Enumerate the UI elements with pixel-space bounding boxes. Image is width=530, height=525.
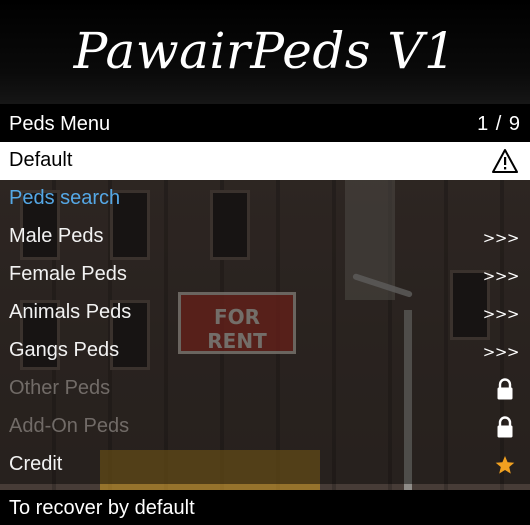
menu-item-label: Female Peds — [9, 263, 127, 285]
lock-icon — [497, 416, 513, 438]
menu-item-credit[interactable]: Credit — [0, 446, 530, 484]
menu-item-female-peds[interactable]: Female Peds >>> — [0, 256, 530, 294]
menu-item-add-on-peds[interactable]: Add-On Peds — [0, 408, 530, 446]
warning-icon — [492, 149, 518, 173]
submenu-arrows: >>> — [482, 343, 520, 361]
menu-footer-description: To recover by default — [0, 490, 530, 525]
menu-item-other-peds[interactable]: Other Peds — [0, 370, 530, 408]
star-icon — [495, 456, 515, 474]
footer-text: To recover by default — [9, 497, 195, 519]
menu-item-label: Peds search — [9, 187, 121, 209]
menu-item-label: Credit — [9, 453, 63, 475]
menu-subtitle: Peds Menu — [9, 113, 111, 135]
menu-item-label: Add-On Peds — [9, 415, 130, 437]
menu-item-male-peds[interactable]: Male Peds >>> — [0, 218, 530, 256]
menu-items-list: Default Peds search Male Peds >>> Female… — [0, 142, 530, 484]
submenu-arrows: >>> — [482, 229, 520, 247]
menu-item-animals-peds[interactable]: Animals Peds >>> — [0, 294, 530, 332]
submenu-arrows: >>> — [482, 267, 520, 285]
menu-item-label: Gangs Peds — [9, 339, 120, 361]
submenu-arrows: >>> — [482, 305, 520, 323]
menu-item-label: Other Peds — [9, 377, 111, 399]
menu-item-default[interactable]: Default — [0, 142, 530, 180]
menu-item-peds-search[interactable]: Peds search — [0, 180, 530, 218]
menu-subheader: Peds Menu 1 / 9 — [0, 104, 530, 142]
menu-item-label: Male Peds — [9, 225, 104, 247]
menu-item-label: Default — [9, 149, 73, 171]
menu-title: PawairPeds V1 — [73, 22, 457, 80]
peds-menu: PawairPeds V1 Peds Menu 1 / 9 Default Pe… — [0, 0, 530, 525]
menu-item-label: Animals Peds — [9, 301, 132, 323]
menu-banner: PawairPeds V1 — [0, 0, 530, 104]
menu-item-gangs-peds[interactable]: Gangs Peds >>> — [0, 332, 530, 370]
menu-item-counter: 1 / 9 — [477, 113, 521, 135]
lock-icon — [497, 378, 513, 400]
